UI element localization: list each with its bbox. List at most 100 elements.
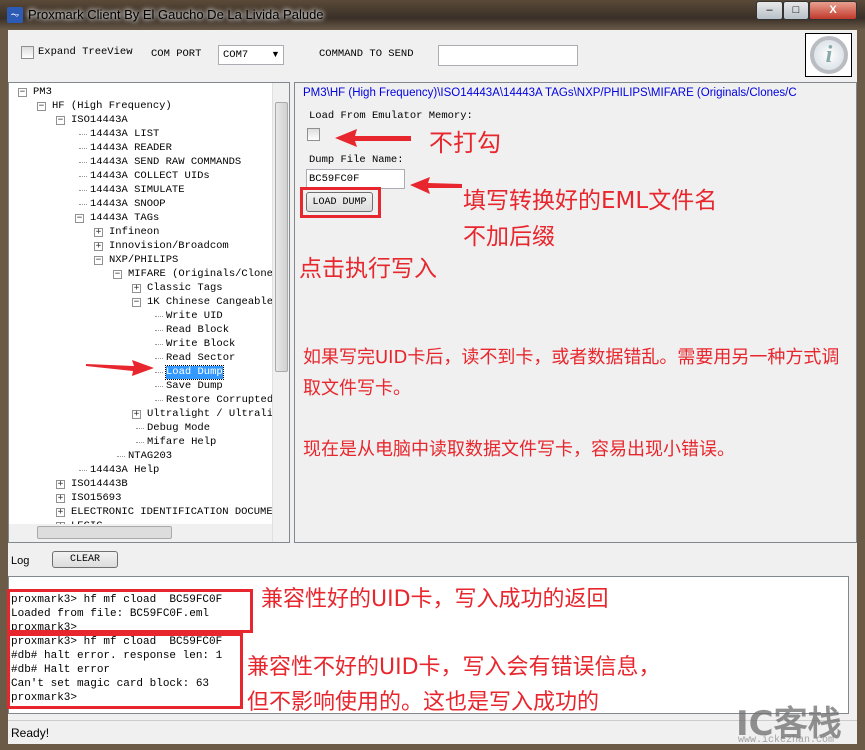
h-scrollbar-thumb[interactable] <box>37 526 172 539</box>
tree-item[interactable]: ISO14443B <box>71 478 128 491</box>
tree-item[interactable]: ISO14443A <box>71 114 128 127</box>
tree-connector <box>79 190 87 191</box>
load-emulator-checkbox[interactable] <box>307 128 320 141</box>
info-button[interactable]: i <box>805 33 852 77</box>
highlight-box <box>300 187 381 218</box>
status-text: Ready! <box>11 726 50 740</box>
tree-item[interactable]: PM3 <box>33 86 52 99</box>
tree-item[interactable]: Mifare Help <box>147 436 216 449</box>
tree-item[interactable]: Infineon <box>109 226 159 239</box>
tree-item[interactable]: 14443A SIMULATE <box>90 184 185 197</box>
expand-icon[interactable]: + <box>132 410 141 419</box>
tree-connector <box>155 316 163 317</box>
dump-file-label: Dump File Name: <box>309 154 404 166</box>
tree-connector <box>79 134 87 135</box>
tree-item[interactable]: ELECTRONIC IDENTIFICATION DOCUMEN <box>71 506 279 519</box>
highlight-box <box>7 633 243 709</box>
tree-connector <box>117 456 125 457</box>
expand-icon[interactable]: + <box>56 508 65 517</box>
com-port-value: COM7 <box>223 49 249 61</box>
expand-icon[interactable]: + <box>94 242 103 251</box>
tree-item[interactable]: Ultralight / Ultrali <box>147 408 273 421</box>
annotation-no-check: 不打勾 <box>429 129 501 157</box>
tree-item[interactable]: 14443A SNOOP <box>90 198 166 211</box>
command-panel: PM3\HF (High Frequency)\ISO14443A\14443A… <box>294 82 857 543</box>
annotation-bad-uid-2: 但不影响使用的。这也是写入成功的 <box>247 690 600 715</box>
tree-item[interactable]: 14443A READER <box>90 142 172 155</box>
log-output[interactable]: proxmark3> hf mf cload BC59FC0F Loaded f… <box>7 576 849 715</box>
highlight-box <box>7 589 253 633</box>
command-label: COMMAND TO SEND <box>319 48 414 60</box>
com-port-select[interactable]: COM7 ▼ <box>218 45 284 65</box>
tree-item[interactable]: Restore Corrupted <box>166 394 273 407</box>
tree-item[interactable]: 14443A TAGs <box>90 212 159 225</box>
tree-item[interactable]: HF (High Frequency) <box>52 100 172 113</box>
tree-item[interactable]: 14443A Help <box>90 464 159 477</box>
tree-item[interactable]: ISO15693 <box>71 492 121 505</box>
tree-connector <box>79 162 87 163</box>
annotation-note-1: 如果写完UID卡后，读不到卡，或者数据错乱。需要用另一种方式调取文件写卡。 <box>303 347 840 399</box>
expand-icon[interactable]: + <box>132 284 141 293</box>
command-input[interactable] <box>438 45 578 66</box>
tree-connector <box>79 204 87 205</box>
tree-item[interactable]: 14443A SEND RAW COMMANDS <box>90 156 241 169</box>
annotation-fill-name: 填写转换好的EML文件名 <box>463 188 718 214</box>
scrollbar-thumb[interactable] <box>275 102 288 372</box>
clear-log-button[interactable]: CLEAR <box>52 551 118 568</box>
tree-connector <box>155 358 163 359</box>
tree-item[interactable]: Read Block <box>166 324 229 337</box>
tree-item[interactable]: Classic Tags <box>147 282 223 295</box>
tree-connector <box>79 470 87 471</box>
window-title: Proxmark Client By El Gaucho De La Livid… <box>28 7 324 22</box>
collapse-icon[interactable]: − <box>94 256 103 265</box>
tree-connector <box>155 372 163 373</box>
tree-item[interactable]: MIFARE (Originals/Clones <box>128 268 279 281</box>
title-bar: ⏦ Proxmark Client By El Gaucho De La Liv… <box>0 0 865 30</box>
breadcrumb: PM3\HF (High Frequency)\ISO14443A\14443A… <box>303 87 797 99</box>
tree-item[interactable]: Save Dump <box>166 380 223 393</box>
tree-item[interactable]: 14443A LIST <box>90 128 159 141</box>
tree-connector <box>136 428 144 429</box>
maximize-button[interactable]: □ <box>783 1 809 20</box>
tree-item[interactable]: 1K Chinese Cangeable <box>147 296 273 309</box>
command-tree[interactable]: − PM3− HF (High Frequency) − ISO14443A 14443A… <box>8 82 290 543</box>
watermark-url: www.ickezhan.com <box>738 735 835 746</box>
tree-horizontal-scrollbar[interactable] <box>9 524 272 542</box>
tree-item[interactable]: 14443A COLLECT UIDs <box>90 170 210 183</box>
arrow-icon <box>410 177 462 194</box>
expand-treeview-checkbox[interactable] <box>21 46 34 59</box>
expand-icon[interactable]: + <box>56 494 65 503</box>
collapse-icon[interactable]: − <box>132 298 141 307</box>
chevron-down-icon: ▼ <box>271 49 280 59</box>
tree-connector <box>155 330 163 331</box>
com-port-label: COM PORT <box>151 48 202 60</box>
tree-item[interactable]: Load Dump <box>165 365 224 380</box>
tree-item[interactable]: Write UID <box>166 310 223 323</box>
annotation-click-write: 点击执行写入 <box>299 256 437 282</box>
tree-item[interactable]: NTAG203 <box>128 450 172 463</box>
tree-item[interactable]: Write Block <box>166 338 235 351</box>
collapse-icon[interactable]: − <box>18 88 27 97</box>
tree-item[interactable]: Debug Mode <box>147 422 210 435</box>
info-icon: i <box>810 36 848 74</box>
expand-treeview-label: Expand TreeView <box>38 46 133 58</box>
collapse-icon[interactable]: − <box>37 102 46 111</box>
dump-file-input[interactable] <box>306 169 405 189</box>
load-emulator-label: Load From Emulator Memory: <box>309 110 473 122</box>
tree-item[interactable]: Innovision/Broadcom <box>109 240 229 253</box>
annotation-no-suffix: 不加后缀 <box>463 224 555 250</box>
tree-connector <box>155 344 163 345</box>
status-bar: Ready! <box>8 720 857 744</box>
minimize-button[interactable]: ‒ <box>756 1 783 20</box>
tree-item[interactable]: NXP/PHILIPS <box>109 254 178 267</box>
collapse-icon[interactable]: − <box>56 116 65 125</box>
tree-connector <box>155 400 163 401</box>
close-button[interactable]: X <box>809 1 857 20</box>
tree-item[interactable]: Read Sector <box>166 352 235 365</box>
tree-vertical-scrollbar[interactable] <box>272 83 289 542</box>
expand-icon[interactable]: + <box>56 480 65 489</box>
expand-icon[interactable]: + <box>94 228 103 237</box>
collapse-icon[interactable]: − <box>75 214 84 223</box>
collapse-icon[interactable]: − <box>113 270 122 279</box>
annotation-bad-uid-1: 兼容性不好的UID卡，写入会有错误信息， <box>247 655 661 680</box>
